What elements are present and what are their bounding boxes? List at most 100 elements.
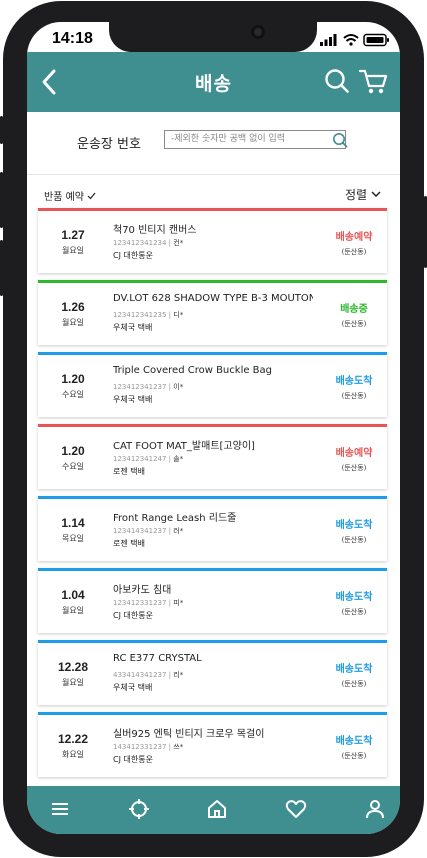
- shipment-date: 1.20: [61, 372, 85, 386]
- camera: [251, 25, 265, 39]
- recipient: 컨*: [173, 239, 184, 247]
- user-icon[interactable]: [364, 798, 386, 820]
- shipment-status: 배송도착: [335, 664, 373, 675]
- tracking-meta: 123412341237 | 이*: [113, 382, 183, 392]
- product-name: DV.LOT 628 SHADOW TYPE B-3 MOUTON: [113, 293, 313, 304]
- tracking-meta: 123412341235 | 디*: [113, 310, 183, 320]
- search-icon[interactable]: [324, 68, 350, 94]
- heart-icon[interactable]: [285, 798, 307, 820]
- screen: 14:18 배송 운송장 번호 -제외한 숫자만 공백 없이 입력 반품 예약 …: [27, 22, 400, 834]
- tracking-number-input[interactable]: -제외한 숫자만 공백 없이 입력: [164, 130, 346, 149]
- sort-label: 정렬: [345, 188, 368, 202]
- tracking-meta: 123412341247 | 솔*: [113, 454, 183, 464]
- shipment-status: 배송예약: [335, 232, 373, 243]
- shipment-card[interactable]: 12.28 월요일 RC E377 CRYSTAL 433414341237 | 리*…: [38, 640, 387, 705]
- menu-icon[interactable]: [49, 798, 71, 820]
- shipment-day: 월요일: [61, 318, 85, 327]
- shipment-card[interactable]: 1.20 수요일 CAT FOOT MAT_발매트[고양이] 123412341247…: [38, 424, 387, 489]
- shipment-card[interactable]: 1.14 목요일 Front Range Leash 리드줄 123414341237…: [38, 496, 387, 561]
- carrier-name: 로젠 택배: [113, 539, 145, 548]
- returns-filter-label: 반품 예약: [44, 192, 84, 203]
- shipment-region: (둔산동): [341, 320, 367, 328]
- shipment-card[interactable]: 1.27 월요일 척70 빈티지 캔버스 123412341234 | 컨* CJ 대한…: [38, 208, 387, 273]
- shipment-day: 화요일: [61, 750, 85, 759]
- recipient: 이*: [173, 383, 184, 391]
- tracking-meta: 143412331237 | 쓰*: [113, 742, 183, 752]
- shipment-date: 1.27: [61, 228, 85, 242]
- carrier-name: CJ 대한통운: [113, 251, 153, 260]
- product-name: RC E377 CRYSTAL: [113, 653, 202, 664]
- product-name: CAT FOOT MAT_발매트[고양이]: [113, 441, 255, 452]
- product-name: 실버925 엔틱 빈티지 크로우 목걸이: [113, 729, 265, 740]
- returns-filter[interactable]: 반품 예약: [44, 188, 96, 203]
- recipient: 피*: [173, 599, 184, 607]
- shipment-status: 배송중: [340, 304, 368, 315]
- tracking-meta: 433414341237 | 리*: [113, 670, 183, 680]
- product-name: 척70 빈티지 캔버스: [113, 225, 197, 236]
- carrier-name: CJ 대한통운: [113, 611, 153, 620]
- shipment-status: 배송도착: [335, 520, 373, 531]
- shipment-region: (둔산동): [341, 464, 367, 472]
- product-name: Front Range Leash 리드줄: [113, 513, 237, 524]
- shipment-date: 1.20: [61, 444, 85, 458]
- search-submit-icon[interactable]: [332, 132, 348, 148]
- shipment-date: 12.28: [57, 660, 89, 674]
- shipment-card[interactable]: 1.04 월요일 아보카도 침대 123412331237 | 피* CJ 대한통운 배송…: [38, 568, 387, 633]
- recipient: 디*: [173, 311, 184, 319]
- tracking-number: 123412331237: [113, 599, 167, 607]
- filter-bar: 반품 예약 정렬: [27, 175, 400, 207]
- recipient: 솔*: [173, 455, 184, 463]
- status-time: 14:18: [52, 30, 93, 47]
- carrier-name: 우체국 택배: [113, 395, 153, 404]
- tab-bar: [27, 786, 400, 834]
- shipment-status: 배송예약: [335, 448, 373, 459]
- recipient: 러*: [173, 527, 184, 535]
- tracking-number: 433414341237: [113, 671, 167, 679]
- tracking-number: 123412341237: [113, 383, 167, 391]
- tracking-number: 123412341247: [113, 455, 167, 463]
- shipment-day: 목요일: [61, 534, 85, 543]
- phone-side-button: [0, 240, 3, 296]
- tracking-meta: 123414341237 | 러*: [113, 526, 183, 536]
- shipment-date: 1.04: [61, 588, 85, 602]
- product-name: Triple Covered Crow Buckle Bag: [113, 365, 273, 376]
- shipment-region: (둔산동): [341, 608, 367, 616]
- signal-icon: [320, 33, 389, 47]
- sort-button[interactable]: 정렬: [345, 186, 381, 203]
- phone-side-button: [0, 172, 3, 228]
- tracking-search-bar: 운송장 번호 -제외한 숫자만 공백 없이 입력: [27, 112, 400, 175]
- chevron-down-icon: [371, 191, 381, 198]
- carrier-name: CJ 대한통운: [113, 755, 153, 764]
- tracking-number: 143412331237: [113, 743, 167, 751]
- shipment-status: 배송도착: [335, 736, 373, 747]
- tracking-meta: 123412341234 | 컨*: [113, 238, 183, 248]
- shipment-date: 1.26: [61, 300, 85, 314]
- tracking-number: 123414341237: [113, 527, 167, 535]
- cart-icon[interactable]: [358, 68, 388, 96]
- shipment-date: 12.22: [57, 732, 89, 746]
- carrier-name: 로젠 택배: [113, 467, 145, 476]
- shipment-day: 월요일: [61, 246, 85, 255]
- shipment-day: 월요일: [61, 678, 85, 687]
- shipment-region: (둔산동): [341, 248, 367, 256]
- battery-icon: [363, 33, 389, 47]
- shipment-day: 수요일: [61, 390, 85, 399]
- shipment-status: 배송도착: [335, 592, 373, 603]
- tracking-number-label: 운송장 번호: [77, 137, 141, 152]
- wifi-icon: [343, 34, 359, 46]
- shipment-region: (둔산동): [341, 392, 367, 400]
- shipment-day: 월요일: [61, 606, 85, 615]
- shipment-status: 배송도착: [335, 376, 373, 387]
- recipient: 쓰*: [173, 743, 184, 751]
- home-icon[interactable]: [206, 798, 228, 820]
- tracking-meta: 123412331237 | 피*: [113, 598, 183, 608]
- shipment-card[interactable]: 12.22 화요일 실버925 엔틱 빈티지 크로우 목걸이 143412331237…: [38, 712, 387, 777]
- shipment-date: 1.14: [61, 516, 85, 530]
- shipment-card[interactable]: 1.26 월요일 DV.LOT 628 SHADOW TYPE B-3 MOUTON…: [38, 280, 387, 345]
- shipment-card[interactable]: 1.20 수요일 Triple Covered Crow Buckle Bag 123…: [38, 352, 387, 417]
- target-icon[interactable]: [128, 798, 150, 820]
- app-header: 배송: [27, 52, 400, 112]
- notch: [109, 22, 317, 52]
- status-bar: 14:18: [27, 22, 400, 52]
- product-name: 아보카도 침대: [113, 585, 172, 596]
